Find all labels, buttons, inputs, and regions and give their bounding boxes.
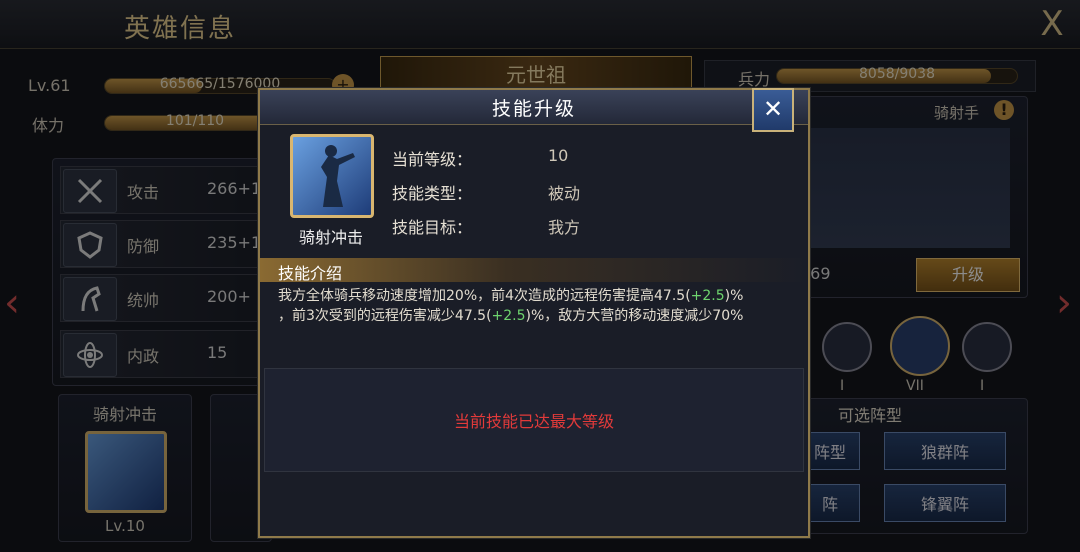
info-value: 10 xyxy=(548,146,569,165)
max-level-message: 当前技能已达最大等级 xyxy=(453,412,614,431)
info-value: 我方 xyxy=(548,218,581,237)
skill-description-header: 技能介绍 xyxy=(260,258,808,283)
archer-rider-icon xyxy=(321,145,355,207)
dialog-title: 技能升级 xyxy=(491,98,576,120)
info-key: 技能类型： xyxy=(392,184,473,203)
description-line: 我方全体骑兵移动速度增加20%，前4次造成的远程伤害提高47.5(+2.5)% xyxy=(278,288,744,304)
description-line: ，前3次受到的远程伤害减少47.5(+2.5)%，敌方大营的移动速度减少70% xyxy=(278,308,744,324)
info-key: 技能目标： xyxy=(392,218,473,237)
dialog-close-button[interactable]: ✕ xyxy=(752,88,794,132)
dialog-header: 技能升级 xyxy=(260,90,808,125)
info-value: 被动 xyxy=(548,184,581,203)
skill-description: 我方全体骑兵移动速度增加20%，前4次造成的远程伤害提高47.5(+2.5)% … xyxy=(278,286,798,326)
skill-icon xyxy=(290,134,374,218)
info-key: 当前等级： xyxy=(392,150,473,169)
skill-description-title: 技能介绍 xyxy=(278,264,343,283)
skill-name: 骑射冲击 xyxy=(298,228,363,247)
skill-upgrade-dialog: 技能升级 ✕ 骑射冲击 当前等级： 10 技能类型： 被动 技能目标： 我方 技… xyxy=(258,88,810,538)
